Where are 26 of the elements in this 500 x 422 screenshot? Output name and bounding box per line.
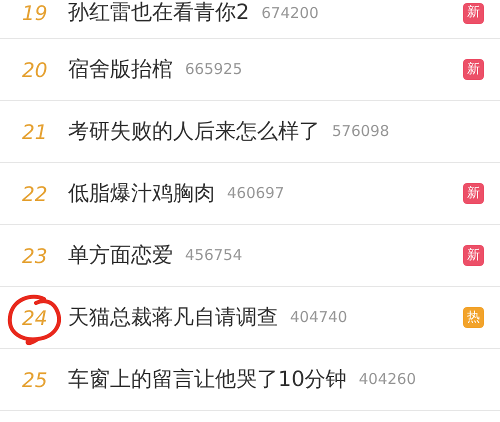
heat-count: 404740 [290,307,348,328]
topic-badge: 新 [463,2,484,24]
rank-number: 24 [21,304,48,332]
heat-count: 576098 [332,121,390,142]
topic-title[interactable]: 孙红雷也在看青你2 [68,0,250,29]
topic-badge: 热 [463,307,484,328]
rank-number: 25 [21,366,48,394]
rank-number: 19 [21,0,48,27]
rank-number: 20 [21,56,48,84]
rank-number: 22 [21,180,48,208]
topic-title[interactable]: 考研失败的人后来怎么样了 [68,116,320,148]
topic-title[interactable]: 低脂爆汁鸡胸肉 [68,178,215,210]
topic-title[interactable]: 宿舍版抬棺 [68,54,173,86]
topic-badge: 新 [463,245,484,266]
heat-count: 456754 [185,245,242,266]
rank-number: 21 [21,118,48,146]
topic-badge: 新 [463,183,484,204]
topic-title[interactable]: 天猫总裁蒋凡自请调查 [68,302,278,334]
heat-count: 665925 [185,59,242,80]
rank-number: 23 [21,242,48,270]
topic-title[interactable]: 单方面恋爱 [68,240,173,272]
heat-count: 404260 [358,369,416,390]
topic-badge: 新 [463,59,484,80]
heat-count: 460697 [227,183,284,204]
heat-count: 674200 [261,2,319,24]
topic-title[interactable]: 车窗上的留言让他哭了10分钟 [68,364,347,396]
